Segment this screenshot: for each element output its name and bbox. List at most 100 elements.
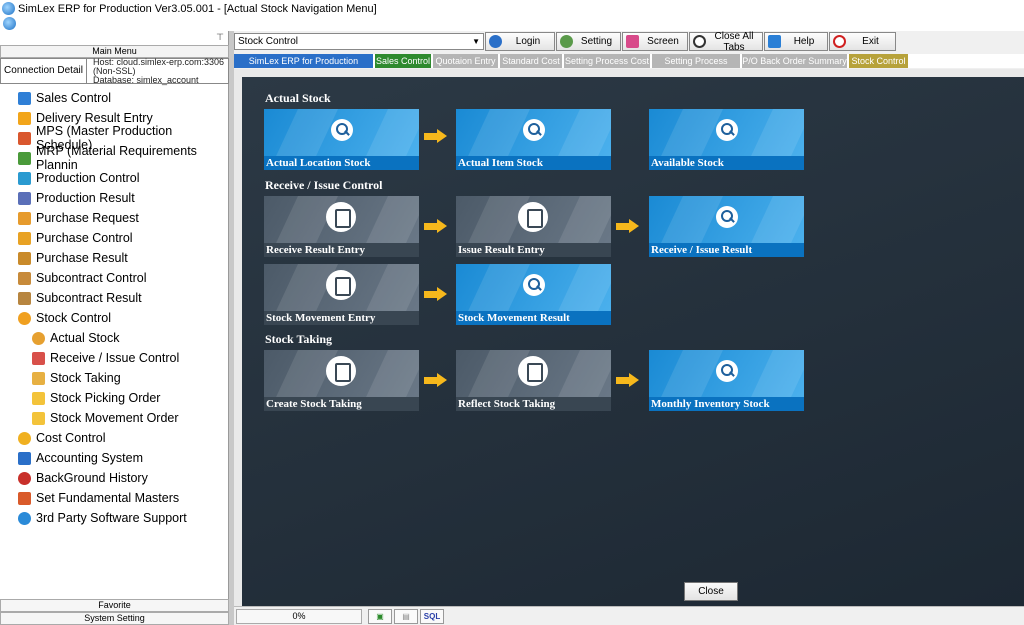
help-label: Help (793, 36, 815, 47)
printer-icon[interactable]: ▤ (394, 609, 418, 624)
exit-label: Exit (862, 36, 879, 47)
progress-indicator: 0% (236, 609, 362, 624)
nav-item-accounting-system[interactable]: Accounting System (0, 448, 229, 468)
nav-item-sales-control[interactable]: Sales Control (0, 88, 229, 108)
tile-label: Stock Movement Entry (266, 312, 376, 324)
menu-combo[interactable]: Stock Control ▼ (234, 33, 484, 50)
production-result-icon (18, 191, 31, 205)
connection-detail-label[interactable]: Connection Detail (1, 59, 87, 83)
nav-label: Sales Control (36, 91, 112, 105)
nav-item-purchase-request[interactable]: Purchase Request (0, 208, 229, 228)
login-label: Login (515, 36, 541, 47)
tile-label: Receive Result Entry (266, 244, 365, 256)
app-menu-icon[interactable] (3, 17, 16, 30)
tile-label: Stock Movement Result (458, 312, 570, 324)
subcontract-result-icon (18, 291, 31, 305)
nav-item-actual-stock[interactable]: Actual Stock (0, 328, 229, 348)
screen-button[interactable]: Screen (622, 32, 688, 51)
nav-label: Production Result (36, 191, 135, 205)
chevron-down-icon[interactable]: ▼ (472, 34, 480, 49)
arrow-right-icon (424, 129, 448, 143)
nav-label: Production Control (36, 171, 140, 185)
sales-icon (18, 91, 31, 105)
delivery-icon (18, 111, 31, 125)
close-all-tabs-button[interactable]: Close All Tabs (689, 31, 763, 53)
tab-simlex-production-control[interactable]: SimLex ERP for Production Control (234, 54, 374, 80)
tab-sales-control[interactable]: Sales Control (375, 54, 432, 68)
tile-create-stock-taking[interactable]: Create Stock Taking (264, 350, 419, 411)
history-icon (18, 471, 31, 485)
magnifier-icon (32, 331, 45, 345)
menu-row (0, 17, 1024, 31)
nav-item-3rd-party-software-support[interactable]: 3rd Party Software Support (0, 508, 229, 528)
nav-label: Stock Control (36, 311, 112, 325)
tab-setting-process-cost[interactable]: Setting Process Cost (564, 54, 651, 68)
nav-item-receive-issue-control[interactable]: Receive / Issue Control (0, 348, 229, 368)
folder-icon (32, 411, 45, 425)
tile-label: Receive / Issue Result (651, 244, 753, 256)
nav-item-stock-movement-order[interactable]: Stock Movement Order (0, 408, 229, 428)
system-setting-tab[interactable]: System Setting (0, 612, 229, 625)
tile-actual-location-stock[interactable]: Actual Location Stock (264, 109, 419, 170)
nav-item-subcontract-control[interactable]: Subcontract Control (0, 268, 229, 288)
nav-item-stock-taking[interactable]: Stock Taking (0, 368, 229, 388)
window-title: SimLex ERP for Production Ver3.05.001 - … (18, 2, 377, 15)
nav-label: Stock Movement Order (50, 411, 179, 425)
nav-item-stock-control[interactable]: Stock Control (0, 308, 229, 328)
tile-reflect-stock-taking[interactable]: Reflect Stock Taking (456, 350, 611, 411)
tile-stock-movement-entry[interactable]: Stock Movement Entry (264, 264, 419, 325)
document-icon (326, 270, 356, 300)
favorite-tab[interactable]: Favorite (0, 599, 229, 612)
gear-icon (18, 511, 31, 525)
tile-available-stock[interactable]: Available Stock (649, 109, 804, 170)
folder-icon (32, 391, 45, 405)
tile-stock-movement-result[interactable]: Stock Movement Result (456, 264, 611, 325)
nav-item-cost-control[interactable]: Cost Control (0, 428, 229, 448)
search-icon (18, 311, 31, 325)
tab-stock-control[interactable]: Stock Control (849, 54, 909, 68)
nav-item-subcontract-result[interactable]: Subcontract Result (0, 288, 229, 308)
nav-item-production-result[interactable]: Production Result (0, 188, 229, 208)
tile-receive-result-entry[interactable]: Receive Result Entry (264, 196, 419, 257)
screen-icon (626, 35, 639, 48)
nav-item-set-fundamental-masters[interactable]: Set Fundamental Masters (0, 488, 229, 508)
nav-item-background-history[interactable]: BackGround History (0, 468, 229, 488)
export-icon[interactable]: ▣ (368, 609, 392, 624)
tile-actual-item-stock[interactable]: Actual Item Stock (456, 109, 611, 170)
tab-po-back-order-summary[interactable]: P/O Back Order Summary (742, 54, 848, 68)
basket-icon (18, 251, 31, 265)
connection-database: Database: simlex_account (93, 75, 199, 85)
tile-monthly-inventory-stock[interactable]: Monthly Inventory Stock (649, 350, 804, 411)
status-bar: 0% ▣ ▤ SQL (234, 606, 1024, 625)
tile-label: Actual Location Stock (266, 157, 371, 169)
left-bottom-tabs: Favorite System Setting (0, 599, 229, 625)
sql-button[interactable]: SQL (420, 609, 444, 624)
setting-button[interactable]: Setting (556, 32, 621, 51)
main-menu-panel: ⊤ Main Menu Connection Detail Host: clou… (0, 31, 229, 625)
navigation-canvas: Actual Stock Actual Location Stock Actua… (242, 77, 1024, 606)
masters-icon (18, 491, 31, 505)
tab-setting-process-group[interactable]: Setting Process Group (652, 54, 741, 80)
help-button[interactable]: Help (764, 32, 828, 51)
tile-receive-issue-result[interactable]: Receive / Issue Result (649, 196, 804, 257)
title-bar: SimLex ERP for Production Ver3.05.001 - … (0, 0, 1024, 17)
power-icon (833, 35, 846, 48)
nav-item-purchase-control[interactable]: Purchase Control (0, 228, 229, 248)
nav-label: Accounting System (36, 451, 143, 465)
exit-button[interactable]: Exit (829, 32, 896, 51)
tile-issue-result-entry[interactable]: Issue Result Entry (456, 196, 611, 257)
help-icon (768, 35, 781, 48)
setting-label: Setting (580, 36, 613, 47)
nav-item-stock-picking-order[interactable]: Stock Picking Order (0, 388, 229, 408)
tab-standard-cost[interactable]: Standard Cost (500, 54, 563, 68)
nav-item-mrp[interactable]: MRP (Material Requirements Plannin (0, 144, 229, 172)
login-button[interactable]: Login (485, 32, 555, 51)
subcontract-icon (18, 271, 31, 285)
gear-icon (560, 35, 573, 48)
tab-quotaion-entry[interactable]: Quotaion Entry (433, 54, 499, 68)
nav-item-purchase-result[interactable]: Purchase Result (0, 248, 229, 268)
close-button[interactable]: Close (684, 582, 738, 601)
arrow-right-icon (424, 373, 448, 387)
tile-label: Actual Item Stock (458, 157, 543, 169)
pin-icon[interactable]: ⊤ (216, 32, 224, 43)
